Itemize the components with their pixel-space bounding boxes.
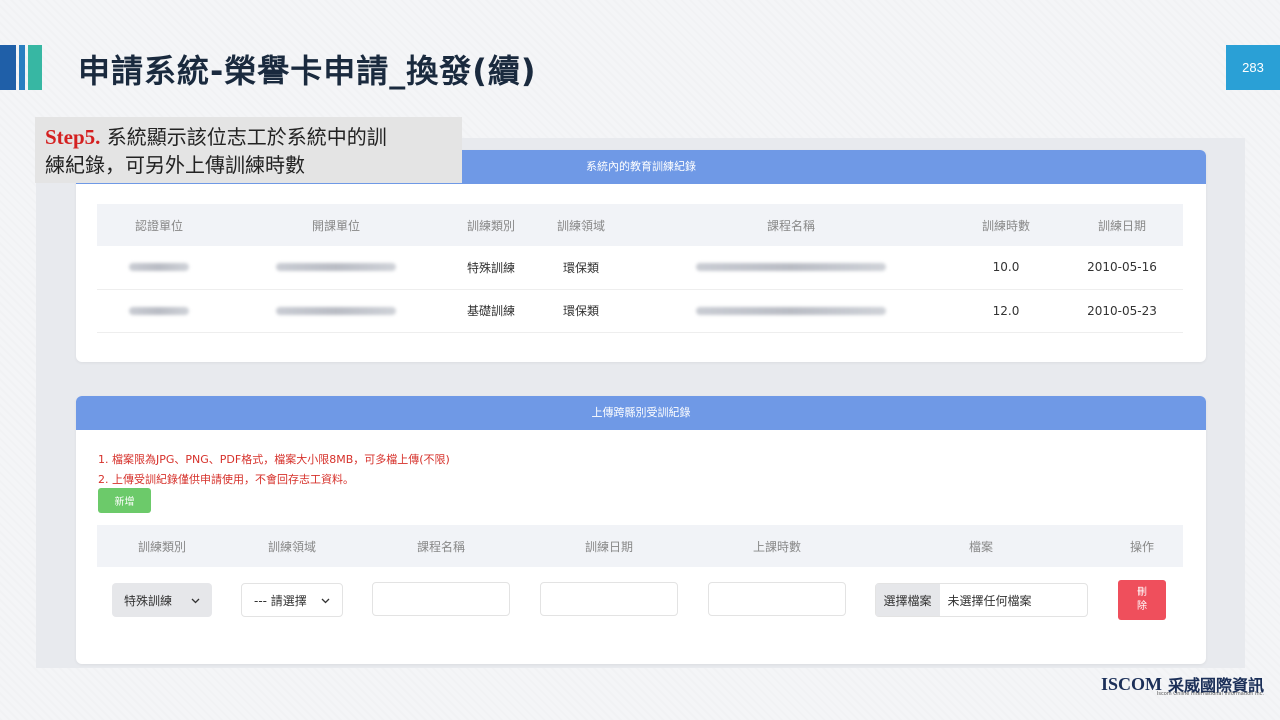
col-hours: 訓練時數 [951, 204, 1061, 246]
upload-notes: 1. 檔案限為JPG、PNG、PDF格式，檔案大小限8MB，可多檔上傳(不限) … [98, 450, 450, 490]
page-number: 283 [1226, 45, 1280, 90]
row-date: 2010-05-23 [1061, 289, 1183, 333]
col-action: 操作 [1101, 525, 1183, 567]
field-cell: --- 請選擇 [227, 567, 357, 633]
col-field: 訓練領域 [227, 525, 357, 567]
row-field: 環保類 [531, 246, 631, 290]
redacted-course-name [631, 289, 951, 333]
file-cell: 選擇檔案 未選擇任何檔案 [861, 567, 1101, 633]
course-name-cell [357, 567, 525, 633]
field-select-value: --- 請選擇 [254, 593, 307, 608]
step-callout: Step5. 系統顯示該位志工於系統中的訓 練紀錄，可另外上傳訓練時數 [35, 117, 462, 183]
training-records-table: 認證單位 開課單位 訓練類別 訓練領域 課程名稱 訓練時數 訓練日期 特殊訓練 … [97, 204, 1183, 333]
hours-cell [693, 567, 861, 633]
redacted-cert-unit [97, 289, 221, 333]
table-header-row: 訓練類別 訓練領域 課程名稱 訓練日期 上課時數 檔案 操作 [97, 525, 1183, 567]
table-header-row: 認證單位 開課單位 訓練類別 訓練領域 課程名稱 訓練時數 訓練日期 [97, 204, 1183, 246]
delete-button-label: 刪 除 [1137, 587, 1147, 612]
redacted-course-unit [221, 246, 451, 290]
logo-subtitle: Iscom Online International Information I… [1156, 691, 1264, 697]
row-date: 2010-05-16 [1061, 246, 1183, 290]
col-cert-unit: 認證單位 [97, 204, 221, 246]
hours-input[interactable] [708, 581, 846, 616]
app-screenshot: 系統內的教育訓練紀錄 認證單位 開課單位 訓練類別 訓練領域 課程名稱 訓練時數… [36, 138, 1245, 668]
action-cell: 刪 除 [1101, 567, 1183, 633]
redacted-cert-unit [97, 246, 221, 290]
file-status: 未選擇任何檔案 [947, 593, 1032, 608]
category-cell: 特殊訓練 [97, 567, 227, 633]
step-label: Step5. [45, 125, 101, 149]
redacted-course-unit [221, 289, 451, 333]
step-text-line1: 系統顯示該位志工於系統中的訓 [100, 125, 387, 149]
upload-table: 訓練類別 訓練領域 課程名稱 訓練日期 上課時數 檔案 操作 特殊訓練 --- … [97, 525, 1183, 633]
company-logo: ISCOM 采威國際資訊 Iscom Online International … [1100, 672, 1264, 698]
upload-records-header: 上傳跨縣別受訓紀錄 [76, 396, 1206, 430]
upload-note-2: 2. 上傳受訓紀錄僅供申請使用，不會回存志工資料。 [98, 473, 354, 486]
col-date: 訓練日期 [525, 525, 693, 567]
row-hours: 12.0 [951, 289, 1061, 333]
row-hours: 10.0 [951, 246, 1061, 290]
table-row: 特殊訓練 環保類 10.0 2010-05-16 [97, 246, 1183, 290]
col-course-unit: 開課單位 [221, 204, 451, 246]
field-select[interactable]: --- 請選擇 [241, 583, 343, 617]
col-file: 檔案 [861, 525, 1101, 567]
col-hours: 上課時數 [693, 525, 861, 567]
row-category: 特殊訓練 [451, 246, 531, 290]
redacted-course-name [631, 246, 951, 290]
col-field: 訓練領域 [531, 204, 631, 246]
slide-title: 申請系統-榮譽卡申請_換發(續) [78, 52, 537, 90]
col-course-name: 課程名稱 [357, 525, 525, 567]
date-input[interactable] [540, 581, 678, 616]
logo-text: ISCOM [1100, 673, 1162, 694]
col-course-name: 課程名稱 [631, 204, 951, 246]
col-category: 訓練類別 [97, 525, 227, 567]
chevron-down-icon [191, 593, 200, 607]
upload-records-card: 上傳跨縣別受訓紀錄 1. 檔案限為JPG、PNG、PDF格式，檔案大小限8MB，… [76, 396, 1206, 664]
category-select[interactable]: 特殊訓練 [112, 583, 212, 617]
row-field: 環保類 [531, 289, 631, 333]
upload-row: 特殊訓練 --- 請選擇 選擇檔案 未選擇任何檔案 刪 除 [97, 567, 1183, 633]
file-input[interactable]: 選擇檔案 未選擇任何檔案 [874, 583, 1088, 617]
add-button[interactable]: 新增 [98, 488, 151, 513]
date-cell [525, 567, 693, 633]
course-name-input[interactable] [372, 581, 510, 616]
col-category: 訓練類別 [451, 204, 531, 246]
choose-file-button[interactable]: 選擇檔案 [875, 584, 940, 616]
title-accent-bars [0, 45, 42, 90]
chevron-down-icon [321, 593, 330, 607]
delete-button[interactable]: 刪 除 [1118, 580, 1166, 620]
table-row: 基礎訓練 環保類 12.0 2010-05-23 [97, 289, 1183, 333]
row-category: 基礎訓練 [451, 289, 531, 333]
step-text-line2: 練紀錄，可另外上傳訓練時數 [45, 153, 305, 177]
upload-note-1: 1. 檔案限為JPG、PNG、PDF格式，檔案大小限8MB，可多檔上傳(不限) [98, 453, 450, 466]
category-select-value: 特殊訓練 [124, 593, 173, 608]
col-date: 訓練日期 [1061, 204, 1183, 246]
